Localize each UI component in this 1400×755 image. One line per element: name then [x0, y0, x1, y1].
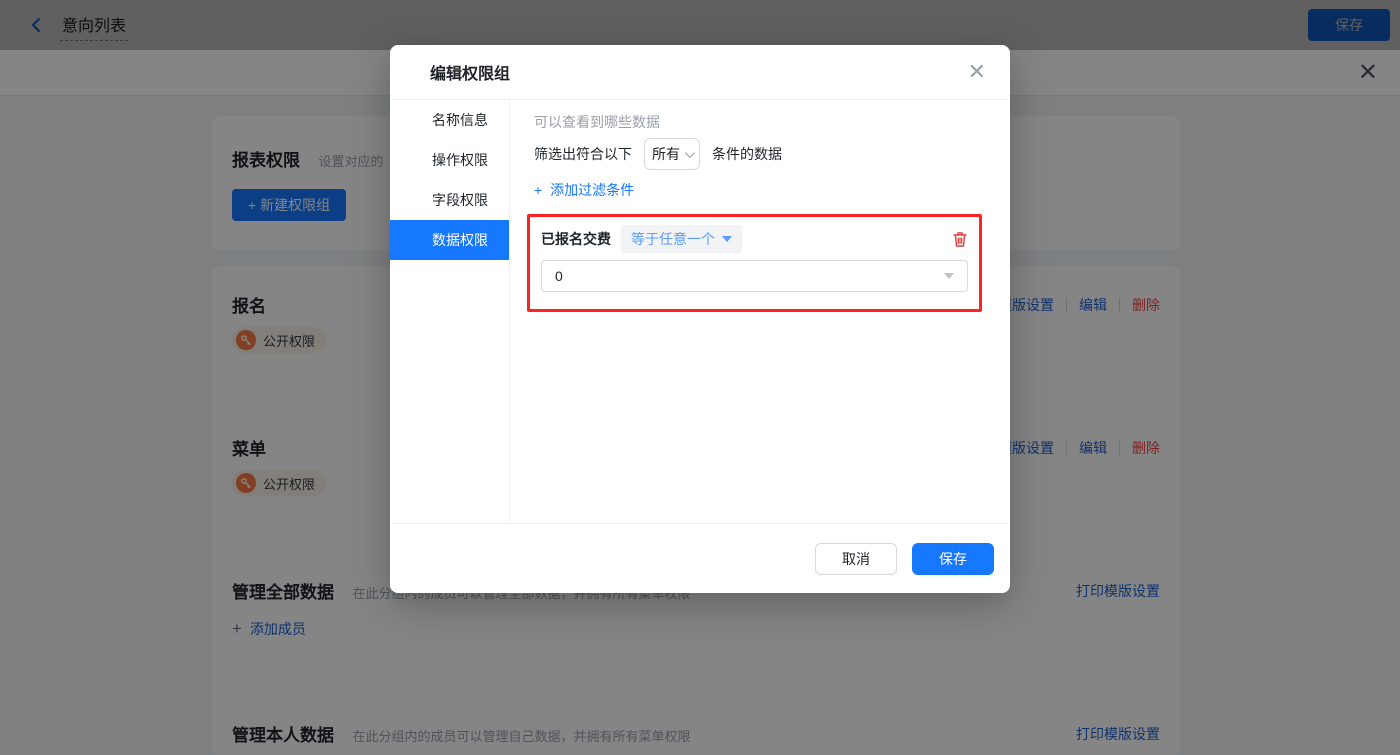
cancel-button[interactable]: 取消 [815, 543, 897, 575]
filter-condition-line: 筛选出符合以下 所有 条件的数据 [534, 138, 782, 170]
filter-suffix-text: 条件的数据 [712, 144, 782, 164]
tab-data-permission[interactable]: 数据权限 [390, 220, 509, 260]
condition-value: 0 [555, 268, 563, 284]
match-mode-select[interactable]: 所有 [644, 138, 700, 170]
condition-value-select[interactable]: 0 [541, 260, 968, 292]
condition-field-label: 已报名交费 [541, 229, 611, 249]
modal-footer: 取消 保存 [390, 523, 1010, 593]
data-permission-panel: 可以查看到哪些数据 筛选出符合以下 所有 条件的数据 + 添加过滤条件 已报名交… [510, 100, 1010, 523]
plus-icon: + [534, 182, 542, 198]
modal-side-tabs: 名称信息 操作权限 字段权限 数据权限 [390, 100, 510, 523]
add-filter-condition-label: 添加过滤条件 [550, 180, 634, 200]
tab-operation-permission[interactable]: 操作权限 [390, 140, 509, 180]
match-mode-value: 所有 [652, 144, 680, 164]
modal-close-icon[interactable]: ✕ [968, 59, 986, 85]
highlighted-condition-box: 已报名交费 等于任意一个 0 [527, 214, 982, 312]
save-button[interactable]: 保存 [912, 543, 994, 575]
modal-body: 名称信息 操作权限 字段权限 数据权限 可以查看到哪些数据 筛选出符合以下 所有… [390, 100, 1010, 523]
operator-value: 等于任意一个 [631, 229, 715, 249]
data-scope-hint: 可以查看到哪些数据 [534, 112, 660, 132]
tab-field-permission[interactable]: 字段权限 [390, 180, 509, 220]
caret-down-icon [944, 273, 954, 279]
filter-prefix-text: 筛选出符合以下 [534, 144, 632, 164]
add-filter-condition-link[interactable]: + 添加过滤条件 [534, 180, 634, 200]
edit-permission-group-modal: 编辑权限组 ✕ 名称信息 操作权限 字段权限 数据权限 可以查看到哪些数据 筛选… [390, 45, 1010, 593]
caret-down-icon [722, 236, 732, 242]
chevron-down-icon [685, 148, 695, 158]
condition-row: 已报名交费 等于任意一个 [541, 225, 968, 253]
topbar-dim-overlay [0, 0, 1400, 50]
modal-title: 编辑权限组 [430, 60, 510, 84]
tab-name-info[interactable]: 名称信息 [390, 100, 509, 140]
trash-icon[interactable] [952, 231, 968, 248]
modal-header: 编辑权限组 ✕ [390, 45, 1010, 100]
operator-dropdown[interactable]: 等于任意一个 [621, 225, 742, 253]
